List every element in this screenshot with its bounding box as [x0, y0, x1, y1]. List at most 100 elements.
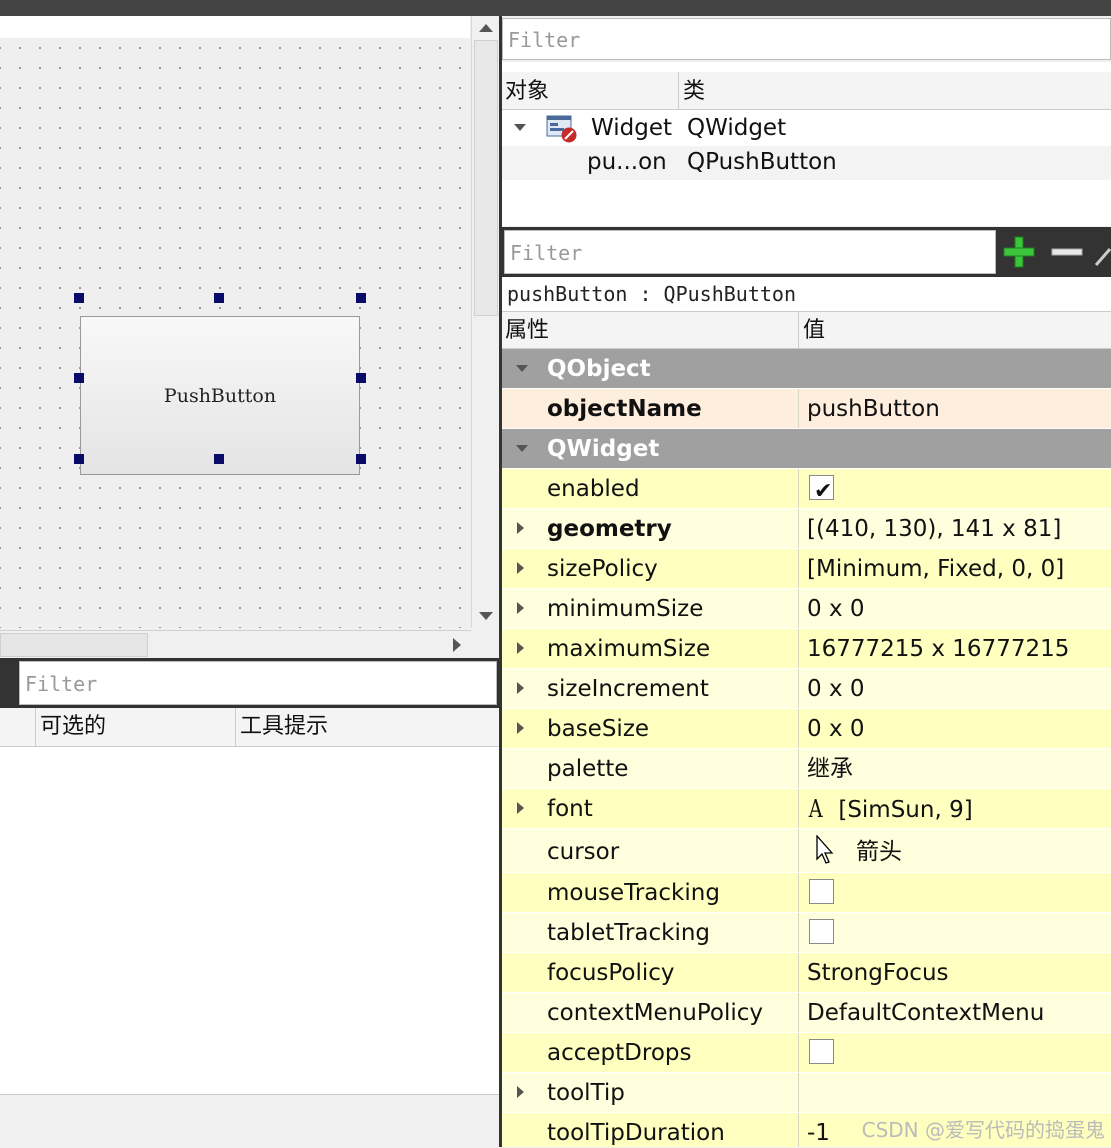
object-row-widget[interactable]: Widget QWidget [502, 112, 1111, 146]
vertical-scroll-thumb[interactable] [474, 40, 498, 316]
property-name: objectName [502, 389, 799, 428]
resize-handle-bottom[interactable] [214, 454, 224, 464]
property-row-sizepolicy[interactable]: sizePolicy [Minimum, Fixed, 0, 0] [502, 549, 1111, 589]
window-top-bar [0, 0, 1111, 16]
property-value[interactable]: [(410, 130), 141 x 81] [800, 509, 1111, 548]
group-row-qwidget[interactable]: QWidget [502, 429, 1111, 469]
property-value[interactable]: 继承 [800, 749, 1111, 788]
property-value [800, 913, 1111, 952]
resize-handle-bottom-left[interactable] [74, 454, 84, 464]
resize-handle-top-right[interactable] [356, 293, 366, 303]
property-row-sizeincrement[interactable]: sizeIncrement 0 x 0 [502, 669, 1111, 709]
property-value[interactable] [800, 1073, 1111, 1112]
property-name: mouseTracking [502, 873, 799, 912]
action-editor-panel: Filter 可选的 工具提示 [0, 658, 499, 1148]
property-row-tablettracking[interactable]: tabletTracking [502, 913, 1111, 953]
property-value[interactable]: 16777215 x 16777215 [800, 629, 1111, 668]
action-table-header: 可选的 工具提示 [0, 708, 499, 747]
add-property-icon[interactable] [1002, 235, 1036, 269]
property-filter-input[interactable]: Filter [504, 230, 996, 274]
canvas-vertical-scrollbar[interactable] [471, 16, 500, 628]
wrench-icon[interactable] [1092, 235, 1111, 269]
property-value[interactable]: A [SimSun, 9] [800, 789, 1111, 828]
resize-handle-left[interactable] [74, 373, 84, 383]
push-button-widget[interactable]: PushButton [80, 316, 360, 475]
property-row-focuspolicy[interactable]: focusPolicy StrongFocus [502, 953, 1111, 993]
property-value[interactable]: 0 x 0 [800, 669, 1111, 708]
column-header-class[interactable]: 类 [680, 72, 1111, 109]
property-value[interactable]: [Minimum, Fixed, 0, 0] [800, 549, 1111, 588]
column-header-value[interactable]: 值 [800, 312, 1111, 348]
object-row-pushbutton[interactable]: pu...on QPushButton [502, 146, 1111, 180]
property-value[interactable]: 0 x 0 [800, 589, 1111, 628]
group-name: QObject [547, 356, 651, 382]
push-button-label: PushButton [163, 384, 277, 407]
property-value[interactable]: DefaultContextMenu [800, 993, 1111, 1032]
scroll-down-icon[interactable] [472, 604, 500, 628]
property-name: enabled [502, 469, 799, 508]
resize-handle-bottom-right[interactable] [356, 454, 366, 464]
property-name: palette [502, 749, 799, 788]
property-row-geometry[interactable]: geometry [(410, 130), 141 x 81] [502, 509, 1111, 549]
object-class: QWidget [687, 115, 787, 141]
property-row-contextmenupolicy[interactable]: contextMenuPolicy DefaultContextMenu [502, 993, 1111, 1033]
column-header-checkable[interactable]: 可选的 [35, 708, 235, 746]
column-header-object[interactable]: 对象 [502, 72, 679, 109]
property-row-font[interactable]: font A [SimSun, 9] [502, 789, 1111, 829]
collapse-arrow-icon[interactable] [514, 124, 526, 131]
column-header-tooltip[interactable]: 工具提示 [235, 708, 499, 746]
scroll-up-icon[interactable] [472, 16, 500, 40]
object-filter-input[interactable]: Filter [502, 18, 1111, 60]
property-row-minimumsize[interactable]: minimumSize 0 x 0 [502, 589, 1111, 629]
resize-handle-top-left[interactable] [74, 293, 84, 303]
property-value[interactable]: StrongFocus [800, 953, 1111, 992]
property-row-acceptdrops[interactable]: acceptDrops [502, 1033, 1111, 1073]
acceptdrops-checkbox[interactable] [809, 1039, 834, 1064]
font-value: [SimSun, 9] [838, 797, 973, 823]
action-filter-input[interactable]: Filter [19, 661, 497, 705]
canvas-top-strip [0, 16, 470, 38]
mousetracking-checkbox[interactable] [809, 879, 834, 904]
form-canvas-area: PushButton [0, 16, 500, 658]
group-name: QWidget [547, 436, 660, 462]
scroll-right-icon[interactable] [445, 631, 469, 659]
property-value: ✔ [800, 469, 1111, 508]
remove-property-icon[interactable] [1050, 235, 1084, 269]
canvas-horizontal-scrollbar[interactable] [0, 630, 471, 658]
property-row-maximumsize[interactable]: maximumSize 16777215 x 16777215 [502, 629, 1111, 669]
property-value[interactable]: 0 x 0 [800, 709, 1111, 748]
property-row-objectname[interactable]: objectName pushButton [502, 389, 1111, 429]
enabled-checkbox[interactable]: ✔ [809, 475, 834, 504]
resize-handle-top[interactable] [214, 293, 224, 303]
property-row-mousetracking[interactable]: mouseTracking [502, 873, 1111, 913]
action-filter-bar: Filter [0, 658, 499, 708]
group-row-qobject[interactable]: QObject [502, 349, 1111, 389]
object-inspector: 对象 类 Widget QWidget pu...on QPushButton [502, 62, 1111, 226]
property-value[interactable]: pushButton [800, 389, 1111, 428]
property-row-cursor[interactable]: cursor 箭头 [502, 829, 1111, 873]
property-table-header: 属性 值 [502, 311, 1111, 349]
property-table: QObject objectName pushButton QWidget en… [502, 349, 1111, 1147]
resize-handle-right[interactable] [356, 373, 366, 383]
property-value [800, 1033, 1111, 1072]
property-row-palette[interactable]: palette 继承 [502, 749, 1111, 789]
property-editor-toolbar: Filter [502, 227, 1111, 277]
object-class: QPushButton [687, 149, 837, 175]
property-name: contextMenuPolicy [502, 993, 799, 1032]
watermark-text: CSDN @爱写代码的捣蛋鬼 [861, 1118, 1105, 1142]
tablettracking-checkbox[interactable] [809, 919, 834, 944]
property-row-basesize[interactable]: baseSize 0 x 0 [502, 709, 1111, 749]
property-name: sizePolicy [502, 549, 799, 588]
property-row-enabled[interactable]: enabled ✔ [502, 469, 1111, 509]
selected-object-label: pushButton : QPushButton [502, 277, 1111, 311]
check-icon: ✔ [814, 479, 833, 504]
property-value[interactable]: 箭头 [800, 829, 1111, 872]
property-name: toolTipDuration [502, 1113, 799, 1147]
widget-form-icon [546, 115, 577, 143]
property-row-tooltip[interactable]: toolTip [502, 1073, 1111, 1113]
column-header-property[interactable]: 属性 [502, 312, 799, 348]
horizontal-scroll-thumb[interactable] [0, 633, 148, 657]
property-name: acceptDrops [502, 1033, 799, 1072]
property-name: toolTip [502, 1073, 799, 1112]
object-name: pu...on [587, 149, 667, 175]
